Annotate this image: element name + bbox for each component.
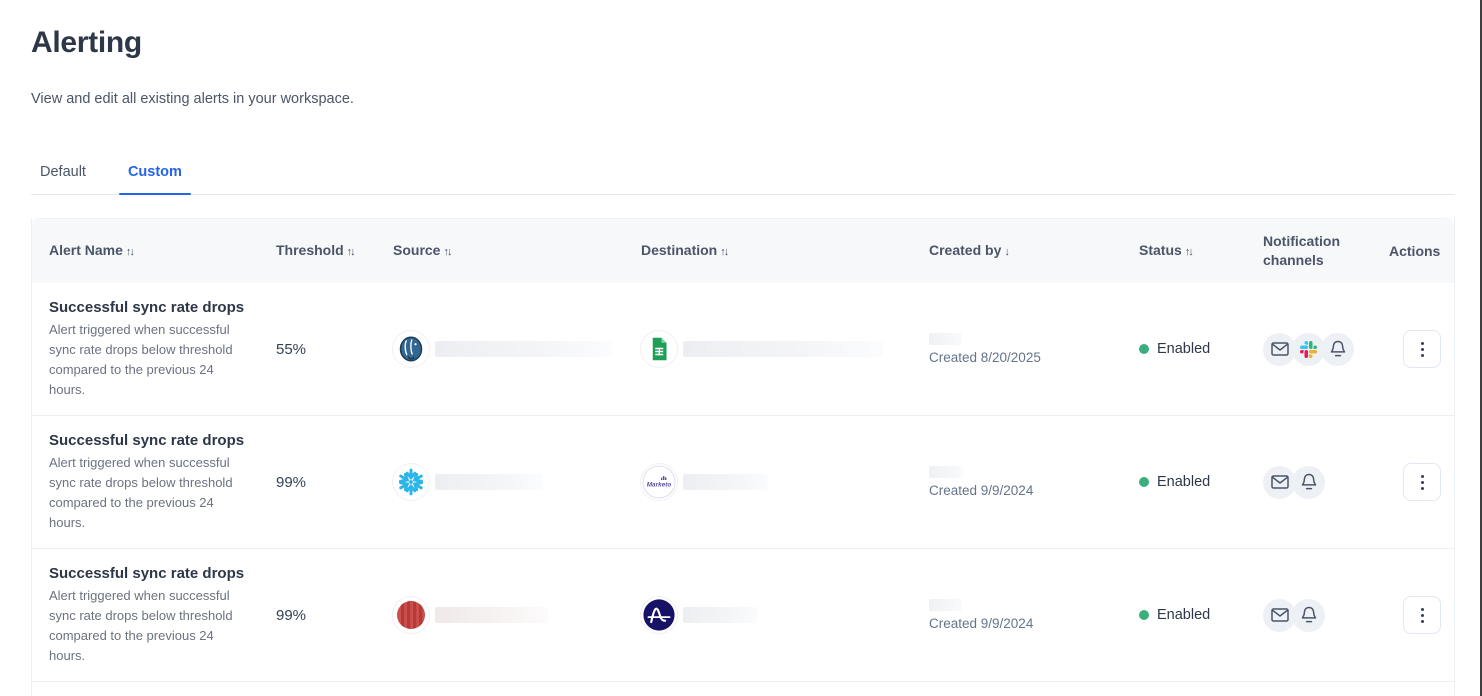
- table-row: Successful sync rate drops Alert trigger…: [32, 416, 1454, 549]
- column-header-actions: Actions: [1389, 242, 1454, 261]
- slack-icon: [1300, 341, 1317, 358]
- table-row: [32, 682, 1454, 696]
- email-icon: [1271, 608, 1289, 622]
- status-badge: Enabled: [1139, 341, 1263, 357]
- tab-default[interactable]: Default: [31, 158, 95, 194]
- status-dot: [1139, 610, 1149, 620]
- destination-cell: [641, 597, 929, 633]
- source-cell: [393, 331, 641, 367]
- destination-cell: Marketo: [641, 464, 929, 500]
- table-header-row: Alert Name↑↓ Threshold↑↓ Source↑↓ Destin…: [32, 218, 1454, 283]
- column-header-notification-channels: Notification channels: [1263, 232, 1389, 270]
- sort-icon: ↓: [1004, 246, 1008, 258]
- alerts-table: Alert Name↑↓ Threshold↑↓ Source↑↓ Destin…: [31, 218, 1455, 696]
- bell-channel-chip: [1321, 333, 1354, 366]
- email-icon: [1271, 342, 1289, 356]
- kebab-icon: [1421, 475, 1424, 478]
- redacted-destination-name: [683, 607, 758, 623]
- status-label: Enabled: [1157, 341, 1210, 357]
- threshold-value: 99%: [276, 474, 393, 491]
- alert-description: Alert triggered when successful sync rat…: [49, 453, 241, 533]
- redacted-destination-name: [683, 341, 883, 357]
- actions-menu-button[interactable]: [1403, 330, 1441, 368]
- notification-channels-cell: [1263, 333, 1389, 366]
- status-label: Enabled: [1157, 474, 1210, 490]
- actions-menu-button[interactable]: [1403, 463, 1441, 501]
- kebab-icon: [1421, 342, 1424, 345]
- status-badge: Enabled: [1139, 607, 1263, 623]
- created-date: Created 9/9/2024: [929, 483, 1139, 498]
- sort-icon: ↑↓: [720, 246, 727, 258]
- marketo-label: Marketo: [647, 482, 672, 489]
- amplitude-icon: [641, 597, 677, 633]
- sort-icon: ↑↓: [347, 246, 354, 258]
- created-by-cell: Created 9/9/2024: [929, 599, 1139, 631]
- table-row: Successful sync rate drops Alert trigger…: [32, 549, 1454, 682]
- postgresql-icon: [393, 331, 429, 367]
- column-header-threshold[interactable]: Threshold↑↓: [276, 241, 393, 262]
- column-header-created-by[interactable]: Created by↓: [929, 241, 1139, 262]
- alert-description: Alert triggered when successful sync rat…: [49, 586, 241, 666]
- created-date: Created 9/9/2024: [929, 616, 1139, 631]
- tab-bar: Default Custom: [31, 158, 1455, 195]
- column-header-destination[interactable]: Destination↑↓: [641, 241, 929, 262]
- threshold-value: 55%: [276, 341, 393, 358]
- status-dot: [1139, 477, 1149, 487]
- notification-channels-cell: [1263, 466, 1389, 499]
- column-header-alert-name[interactable]: Alert Name↑↓: [49, 241, 276, 262]
- redacted-creator-name: [929, 333, 962, 345]
- source-cell: [393, 597, 641, 633]
- email-icon: [1271, 475, 1289, 489]
- alert-name-text: Successful sync rate drops: [49, 565, 256, 582]
- status-dot: [1139, 344, 1149, 354]
- bell-icon: [1301, 606, 1317, 624]
- google-sheets-icon: [641, 331, 677, 367]
- bell-icon: [1301, 473, 1317, 491]
- redacted-source-name: [435, 341, 612, 357]
- notification-channels-cell: [1263, 599, 1389, 632]
- sort-icon: ↑↓: [443, 246, 450, 258]
- column-header-status[interactable]: Status↑↓: [1139, 241, 1263, 262]
- sort-icon: ↑↓: [1185, 246, 1192, 258]
- status-badge: Enabled: [1139, 474, 1263, 490]
- threshold-value: 99%: [276, 607, 393, 624]
- redacted-destination-name: [683, 474, 768, 490]
- page-subtitle: View and edit all existing alerts in you…: [31, 91, 354, 107]
- page-title: Alerting: [31, 26, 142, 60]
- actions-menu-button[interactable]: [1403, 596, 1441, 634]
- tab-custom[interactable]: Custom: [119, 158, 191, 194]
- created-by-cell: Created 9/9/2024: [929, 466, 1139, 498]
- redacted-creator-name: [929, 466, 962, 478]
- alerting-page: Alerting View and edit all existing aler…: [0, 0, 1482, 696]
- red-database-icon: [393, 597, 429, 633]
- destination-cell: [641, 331, 929, 367]
- alert-description: Alert triggered when successful sync rat…: [49, 320, 241, 400]
- redacted-source-name: [435, 607, 548, 623]
- column-header-source[interactable]: Source↑↓: [393, 241, 641, 262]
- bell-channel-chip: [1292, 466, 1325, 499]
- source-cell: [393, 464, 641, 500]
- snowflake-icon: [393, 464, 429, 500]
- kebab-icon: [1421, 608, 1424, 611]
- alert-name-text: Successful sync rate drops: [49, 432, 256, 449]
- created-by-cell: Created 8/20/2025: [929, 333, 1139, 365]
- bell-icon: [1330, 340, 1346, 358]
- redacted-creator-name: [929, 599, 962, 611]
- marketo-icon: Marketo: [641, 464, 677, 500]
- sort-icon: ↑↓: [126, 246, 133, 258]
- created-date: Created 8/20/2025: [929, 350, 1139, 365]
- bell-channel-chip: [1292, 599, 1325, 632]
- status-label: Enabled: [1157, 607, 1210, 623]
- table-row: Successful sync rate drops Alert trigger…: [32, 283, 1454, 416]
- redacted-source-name: [435, 474, 543, 490]
- alert-name-text: Successful sync rate drops: [49, 299, 256, 316]
